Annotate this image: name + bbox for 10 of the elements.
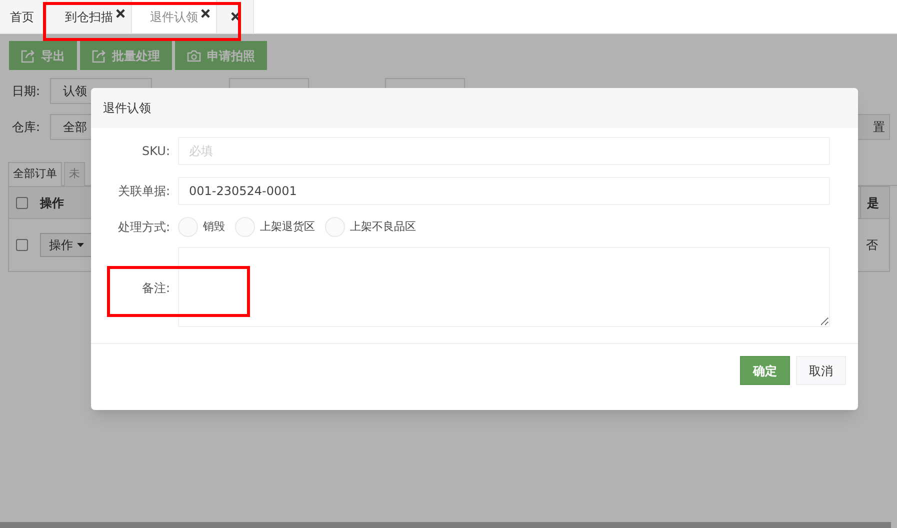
field-label: SKU: xyxy=(141,143,170,160)
modal-title: 退件认领 xyxy=(103,100,151,117)
field-label: 关联单据: xyxy=(116,183,170,200)
column-header: 操作 xyxy=(40,194,64,212)
field-label: 处理方式: xyxy=(116,219,170,236)
warehouse-label: 仓库: xyxy=(12,119,40,136)
field-label: 备注: xyxy=(140,280,170,297)
table-cell-text: 否 xyxy=(865,237,879,254)
column-header: 是 xyxy=(860,187,885,218)
date-label: 日期: xyxy=(12,83,40,100)
